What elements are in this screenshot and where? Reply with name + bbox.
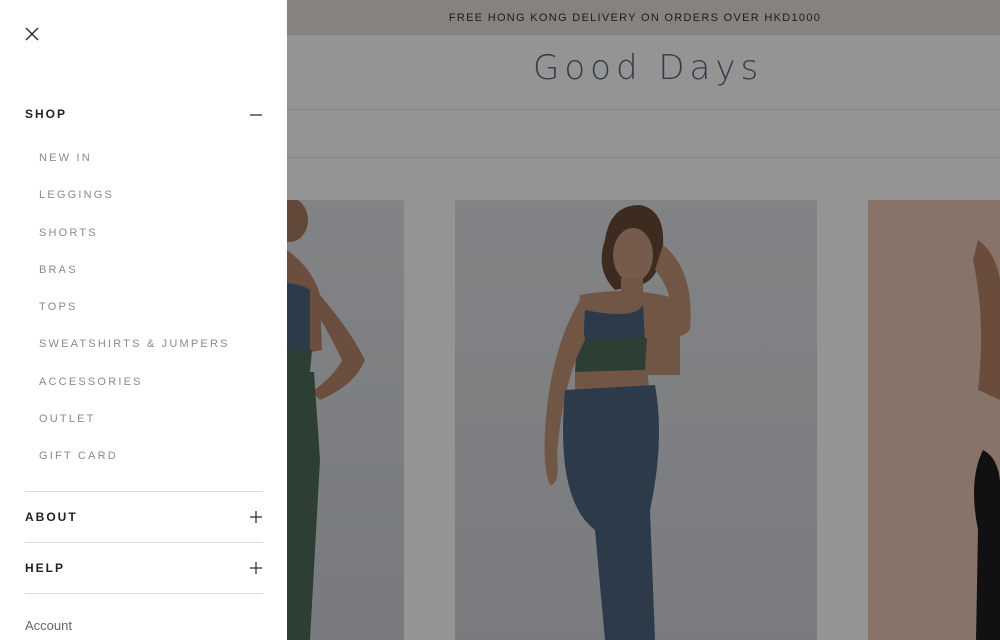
- menu-item-new-in[interactable]: NEW IN: [39, 152, 92, 164]
- menu-item-outlet[interactable]: OUTLET: [39, 413, 96, 425]
- menu-help-label[interactable]: HELP: [25, 561, 65, 575]
- account-link[interactable]: Account: [25, 618, 72, 633]
- menu-about-label[interactable]: ABOUT: [25, 510, 78, 524]
- menu-divider: [25, 593, 263, 594]
- menu-item-sweatshirts-jumpers[interactable]: SWEATSHIRTS & JUMPERS: [39, 338, 230, 350]
- menu-item-gift-card[interactable]: GIFT CARD: [39, 450, 118, 462]
- navigation-drawer: SHOP NEW IN LEGGINGS SHORTS BRAS TOPS SW…: [0, 0, 287, 640]
- menu-item-tops[interactable]: TOPS: [39, 301, 78, 313]
- plus-icon[interactable]: [249, 510, 263, 524]
- menu-item-bras[interactable]: BRAS: [39, 264, 78, 276]
- menu-shop-label[interactable]: SHOP: [25, 107, 67, 121]
- menu-item-shorts[interactable]: SHORTS: [39, 227, 98, 239]
- plus-icon[interactable]: [249, 561, 263, 575]
- minus-icon[interactable]: [249, 108, 263, 122]
- menu-item-leggings[interactable]: LEGGINGS: [39, 189, 114, 201]
- menu-divider: [25, 491, 263, 492]
- close-icon[interactable]: [22, 24, 42, 44]
- menu-item-accessories[interactable]: ACCESSORIES: [39, 376, 143, 388]
- menu-divider: [25, 542, 263, 543]
